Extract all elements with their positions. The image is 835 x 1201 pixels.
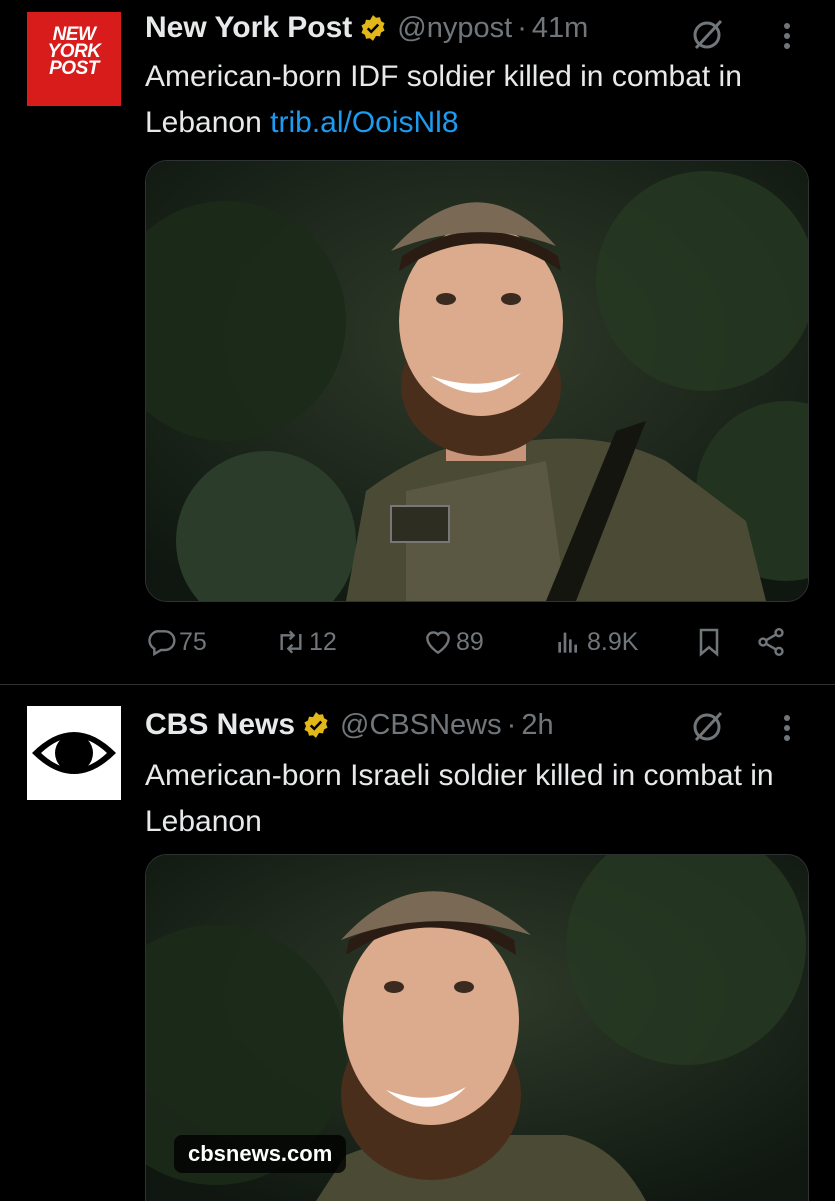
- like-count: 89: [456, 627, 484, 656]
- tweet-header: CBS News @CBSNews · 2h: [145, 707, 554, 743]
- views-count: 8.9K: [587, 627, 639, 656]
- share-icon: [758, 628, 784, 656]
- soldier-photo-image: [146, 161, 808, 601]
- link-card-domain: cbsnews.com: [174, 1135, 347, 1173]
- grok-icon[interactable]: [690, 708, 726, 744]
- author-name[interactable]: CBS News: [145, 708, 295, 742]
- author-handle[interactable]: @nypost: [397, 12, 512, 45]
- repost-count: 12: [309, 627, 337, 656]
- tweet-cbsnews[interactable]: CBS News @CBSNews · 2h American-born Isr…: [0, 685, 835, 1201]
- grok-icon[interactable]: [690, 16, 726, 52]
- cbs-eye-logo: [32, 732, 116, 774]
- author-name[interactable]: New York Post: [145, 11, 352, 45]
- separator: ·: [517, 11, 527, 44]
- like-icon: [426, 631, 450, 655]
- more-icon[interactable]: [780, 710, 794, 746]
- tweet-body: American-born Israeli soldier killed in …: [145, 759, 774, 838]
- views-icon: [558, 632, 577, 653]
- bookmark-button[interactable]: [693, 620, 727, 664]
- tweet-header: New York Post @nypost · 41m: [145, 10, 588, 46]
- author-handle[interactable]: @CBSNews: [340, 709, 502, 742]
- avatar[interactable]: [27, 706, 121, 800]
- verified-badge-icon: [361, 15, 385, 41]
- tweet-text: American-born IDF soldier killed in comb…: [145, 54, 795, 146]
- link-card[interactable]: cbsnews.com: [145, 854, 809, 1201]
- repost-icon: [280, 630, 302, 654]
- tweet-nypost[interactable]: NEW YORK POST New York Post @nypost · 41…: [0, 0, 835, 684]
- like-button[interactable]: 89: [422, 620, 484, 664]
- reply-count: 75: [179, 627, 207, 656]
- timestamp[interactable]: 41m: [532, 12, 588, 45]
- bookmark-icon: [699, 628, 719, 657]
- views-button[interactable]: 8.9K: [553, 620, 638, 664]
- tweet-text: American-born Israeli soldier killed in …: [145, 753, 795, 845]
- more-icon[interactable]: [780, 18, 794, 54]
- reply-icon: [148, 630, 176, 657]
- action-bar: 75 12 89 8.9K: [145, 620, 805, 664]
- nypost-logo: NEW YORK POST: [47, 24, 101, 79]
- tweet-photo[interactable]: [145, 160, 809, 602]
- repost-button[interactable]: 12: [275, 620, 337, 664]
- share-button[interactable]: [755, 620, 789, 664]
- separator: ·: [506, 708, 517, 741]
- reply-button[interactable]: 75: [145, 620, 207, 664]
- tweet-link[interactable]: trib.al/OoisNl8: [270, 106, 458, 139]
- timestamp[interactable]: 2h: [521, 709, 553, 742]
- verified-badge-icon: [304, 712, 328, 738]
- avatar[interactable]: NEW YORK POST: [27, 12, 121, 106]
